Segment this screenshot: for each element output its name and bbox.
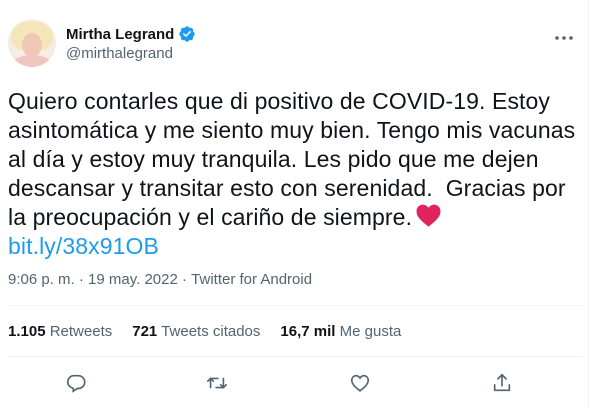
retweets-count: 1.105	[8, 323, 46, 340]
author-name-row: Mirtha Legrand	[66, 25, 196, 43]
retweets-label: Retweets	[49, 323, 113, 340]
like-icon	[350, 374, 370, 392]
tweet-time[interactable]: 9:06 p. m.	[8, 271, 75, 288]
likes-stat[interactable]: 16,7 mil Me gusta	[280, 323, 401, 340]
likes-label: Me gusta	[339, 323, 402, 340]
tweet-text: Quiero contarles que di positivo de COVI…	[8, 87, 583, 261]
meta-separator: ·	[182, 271, 187, 288]
action-bar	[0, 370, 589, 396]
tweet-stats: 1.105 Retweets 721 Tweets citados 16,7 m…	[8, 323, 421, 340]
tweet-date[interactable]: 19 may. 2022	[88, 271, 178, 288]
quotes-label: Tweets citados	[161, 323, 261, 340]
tweet-meta: 9:06 p. m. · 19 may. 2022 · Twitter for …	[8, 271, 312, 288]
reply-icon	[66, 374, 86, 393]
retweet-icon	[207, 377, 227, 389]
avatar[interactable]	[8, 19, 56, 67]
tweet-source[interactable]: Twitter for Android	[191, 271, 312, 288]
quotes-count: 721	[132, 323, 158, 340]
verified-badge-icon	[179, 26, 196, 42]
tweet-card: Mirtha Legrand @mirthalegrand Quiero con…	[0, 0, 589, 408]
retweet-button[interactable]	[204, 370, 230, 396]
divider	[8, 356, 583, 357]
divider	[8, 305, 583, 306]
more-options-icon[interactable]	[552, 26, 576, 50]
retweets-stat[interactable]: 1.105 Retweets	[8, 323, 112, 340]
meta-separator: ·	[78, 271, 84, 288]
red-heart-emoji	[416, 204, 441, 227]
display-name[interactable]: Mirtha Legrand	[66, 26, 174, 43]
like-button[interactable]	[347, 370, 373, 396]
likes-count: 16,7 mil	[280, 323, 336, 340]
user-handle[interactable]: @mirthalegrand	[66, 45, 173, 62]
quotes-stat[interactable]: 721 Tweets citados	[132, 323, 260, 340]
tweet-body: Quiero contarles que di positivo de COVI…	[8, 88, 582, 230]
share-button[interactable]	[489, 370, 515, 396]
reply-button[interactable]	[63, 370, 89, 396]
share-icon	[493, 373, 511, 392]
tweet-link[interactable]: bit.ly/38x91OB	[8, 233, 159, 259]
